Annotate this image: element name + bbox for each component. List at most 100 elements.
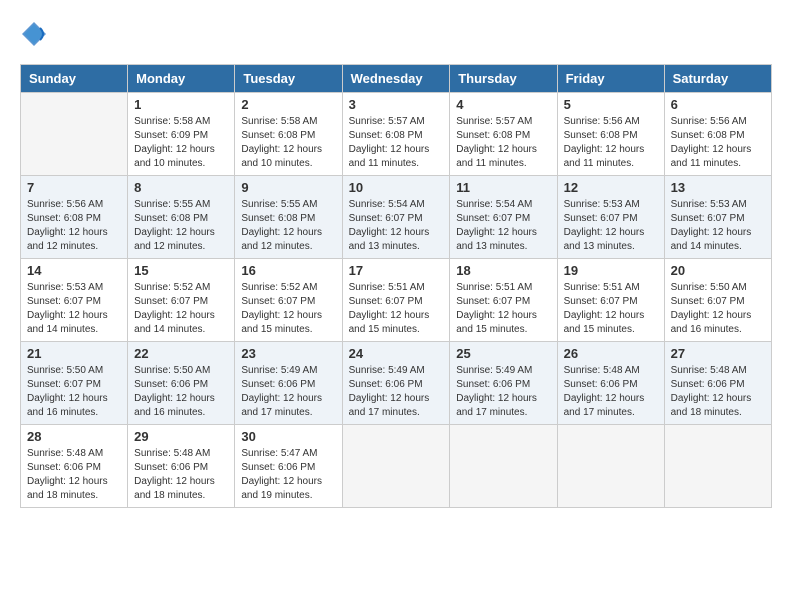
day-cell: 21 Sunrise: 5:50 AMSunset: 6:07 PMDayligh…: [21, 342, 128, 425]
day-number: 14: [27, 263, 121, 278]
day-cell: 10 Sunrise: 5:54 AMSunset: 6:07 PMDayligh…: [342, 176, 450, 259]
day-number: 10: [349, 180, 444, 195]
day-info: Sunrise: 5:55 AMSunset: 6:08 PMDaylight:…: [134, 199, 215, 252]
col-wednesday: Wednesday: [342, 65, 450, 93]
day-info: Sunrise: 5:53 AMSunset: 6:07 PMDaylight:…: [671, 199, 752, 252]
day-info: Sunrise: 5:55 AMSunset: 6:08 PMDaylight:…: [241, 199, 322, 252]
day-info: Sunrise: 5:54 AMSunset: 6:07 PMDaylight:…: [456, 199, 537, 252]
day-cell: 25 Sunrise: 5:49 AMSunset: 6:06 PMDayligh…: [450, 342, 557, 425]
day-number: 6: [671, 97, 765, 112]
day-number: 11: [456, 180, 550, 195]
day-info: Sunrise: 5:48 AMSunset: 6:06 PMDaylight:…: [671, 365, 752, 418]
day-number: 20: [671, 263, 765, 278]
day-info: Sunrise: 5:48 AMSunset: 6:06 PMDaylight:…: [27, 448, 108, 501]
day-number: 24: [349, 346, 444, 361]
day-info: Sunrise: 5:48 AMSunset: 6:06 PMDaylight:…: [134, 448, 215, 501]
day-info: Sunrise: 5:53 AMSunset: 6:07 PMDaylight:…: [27, 282, 108, 335]
day-number: 28: [27, 429, 121, 444]
day-number: 18: [456, 263, 550, 278]
day-number: 17: [349, 263, 444, 278]
week-row-3: 14 Sunrise: 5:53 AMSunset: 6:07 PMDayligh…: [21, 259, 772, 342]
day-number: 3: [349, 97, 444, 112]
day-cell: 18 Sunrise: 5:51 AMSunset: 6:07 PMDayligh…: [450, 259, 557, 342]
day-cell: 11 Sunrise: 5:54 AMSunset: 6:07 PMDayligh…: [450, 176, 557, 259]
day-info: Sunrise: 5:52 AMSunset: 6:07 PMDaylight:…: [241, 282, 322, 335]
day-number: 7: [27, 180, 121, 195]
day-cell: 24 Sunrise: 5:49 AMSunset: 6:06 PMDayligh…: [342, 342, 450, 425]
day-cell: [557, 425, 664, 508]
page-header: [20, 20, 772, 48]
day-cell: 6Sunrise: 5:56 AMSunset: 6:08 PMDaylight…: [664, 93, 771, 176]
col-thursday: Thursday: [450, 65, 557, 93]
day-cell: 4 Sunrise: 5:57 AMSunset: 6:08 PMDaylight…: [450, 93, 557, 176]
day-info: Sunrise: 5:58 AMSunset: 6:08 PMDaylight:…: [241, 116, 322, 169]
col-sunday: Sunday: [21, 65, 128, 93]
day-cell: 28 Sunrise: 5:48 AMSunset: 6:06 PMDayligh…: [21, 425, 128, 508]
day-number: 19: [564, 263, 658, 278]
day-cell: 23 Sunrise: 5:49 AMSunset: 6:06 PMDayligh…: [235, 342, 342, 425]
day-number: 27: [671, 346, 765, 361]
day-info: Sunrise: 5:49 AMSunset: 6:06 PMDaylight:…: [349, 365, 430, 418]
day-cell: 22 Sunrise: 5:50 AMSunset: 6:06 PMDayligh…: [128, 342, 235, 425]
week-row-4: 21 Sunrise: 5:50 AMSunset: 6:07 PMDayligh…: [21, 342, 772, 425]
day-number: 1: [134, 97, 228, 112]
day-number: 4: [456, 97, 550, 112]
day-cell: 5 Sunrise: 5:56 AMSunset: 6:08 PMDaylight…: [557, 93, 664, 176]
day-info: Sunrise: 5:56 AMSunset: 6:08 PMDaylight:…: [27, 199, 108, 252]
day-cell: 14 Sunrise: 5:53 AMSunset: 6:07 PMDayligh…: [21, 259, 128, 342]
calendar-table: Sunday Monday Tuesday Wednesday Thursday…: [20, 64, 772, 508]
day-cell: [450, 425, 557, 508]
day-info: Sunrise: 5:56 AMSunset: 6:08 PMDaylight:…: [564, 116, 645, 169]
day-cell: 30 Sunrise: 5:47 AMSunset: 6:06 PMDayligh…: [235, 425, 342, 508]
day-number: 12: [564, 180, 658, 195]
day-info: Sunrise: 5:54 AMSunset: 6:07 PMDaylight:…: [349, 199, 430, 252]
day-info: Sunrise: 5:50 AMSunset: 6:06 PMDaylight:…: [134, 365, 215, 418]
day-cell: [664, 425, 771, 508]
day-info: Sunrise: 5:53 AMSunset: 6:07 PMDaylight:…: [564, 199, 645, 252]
day-cell: [21, 93, 128, 176]
day-info: Sunrise: 5:49 AMSunset: 6:06 PMDaylight:…: [456, 365, 537, 418]
day-info: Sunrise: 5:50 AMSunset: 6:07 PMDaylight:…: [27, 365, 108, 418]
day-number: 9: [241, 180, 335, 195]
day-number: 25: [456, 346, 550, 361]
col-tuesday: Tuesday: [235, 65, 342, 93]
day-cell: 1 Sunrise: 5:58 AMSunset: 6:09 PMDaylight…: [128, 93, 235, 176]
day-number: 29: [134, 429, 228, 444]
day-number: 26: [564, 346, 658, 361]
day-info: Sunrise: 5:57 AMSunset: 6:08 PMDaylight:…: [349, 116, 430, 169]
day-info: Sunrise: 5:50 AMSunset: 6:07 PMDaylight:…: [671, 282, 752, 335]
day-number: 21: [27, 346, 121, 361]
col-monday: Monday: [128, 65, 235, 93]
day-info: Sunrise: 5:58 AMSunset: 6:09 PMDaylight:…: [134, 116, 215, 169]
day-info: Sunrise: 5:47 AMSunset: 6:06 PMDaylight:…: [241, 448, 322, 501]
day-number: 22: [134, 346, 228, 361]
logo: [20, 20, 50, 48]
day-number: 5: [564, 97, 658, 112]
day-info: Sunrise: 5:51 AMSunset: 6:07 PMDaylight:…: [349, 282, 430, 335]
day-number: 23: [241, 346, 335, 361]
week-row-5: 28 Sunrise: 5:48 AMSunset: 6:06 PMDayligh…: [21, 425, 772, 508]
day-info: Sunrise: 5:52 AMSunset: 6:07 PMDaylight:…: [134, 282, 215, 335]
day-cell: 2 Sunrise: 5:58 AMSunset: 6:08 PMDaylight…: [235, 93, 342, 176]
day-number: 2: [241, 97, 335, 112]
day-info: Sunrise: 5:51 AMSunset: 6:07 PMDaylight:…: [456, 282, 537, 335]
day-cell: 26Sunrise: 5:48 AMSunset: 6:06 PMDayligh…: [557, 342, 664, 425]
day-cell: 16 Sunrise: 5:52 AMSunset: 6:07 PMDayligh…: [235, 259, 342, 342]
day-info: Sunrise: 5:49 AMSunset: 6:06 PMDaylight:…: [241, 365, 322, 418]
col-saturday: Saturday: [664, 65, 771, 93]
col-friday: Friday: [557, 65, 664, 93]
day-info: Sunrise: 5:57 AMSunset: 6:08 PMDaylight:…: [456, 116, 537, 169]
day-cell: 3 Sunrise: 5:57 AMSunset: 6:08 PMDaylight…: [342, 93, 450, 176]
day-number: 30: [241, 429, 335, 444]
day-info: Sunrise: 5:51 AMSunset: 6:07 PMDaylight:…: [564, 282, 645, 335]
day-cell: 7 Sunrise: 5:56 AMSunset: 6:08 PMDaylight…: [21, 176, 128, 259]
day-cell: 27 Sunrise: 5:48 AMSunset: 6:06 PMDayligh…: [664, 342, 771, 425]
logo-icon: [20, 20, 48, 48]
day-cell: 8 Sunrise: 5:55 AMSunset: 6:08 PMDaylight…: [128, 176, 235, 259]
day-number: 13: [671, 180, 765, 195]
week-row-1: 1 Sunrise: 5:58 AMSunset: 6:09 PMDaylight…: [21, 93, 772, 176]
day-number: 8: [134, 180, 228, 195]
day-cell: [342, 425, 450, 508]
day-number: 16: [241, 263, 335, 278]
day-number: 15: [134, 263, 228, 278]
